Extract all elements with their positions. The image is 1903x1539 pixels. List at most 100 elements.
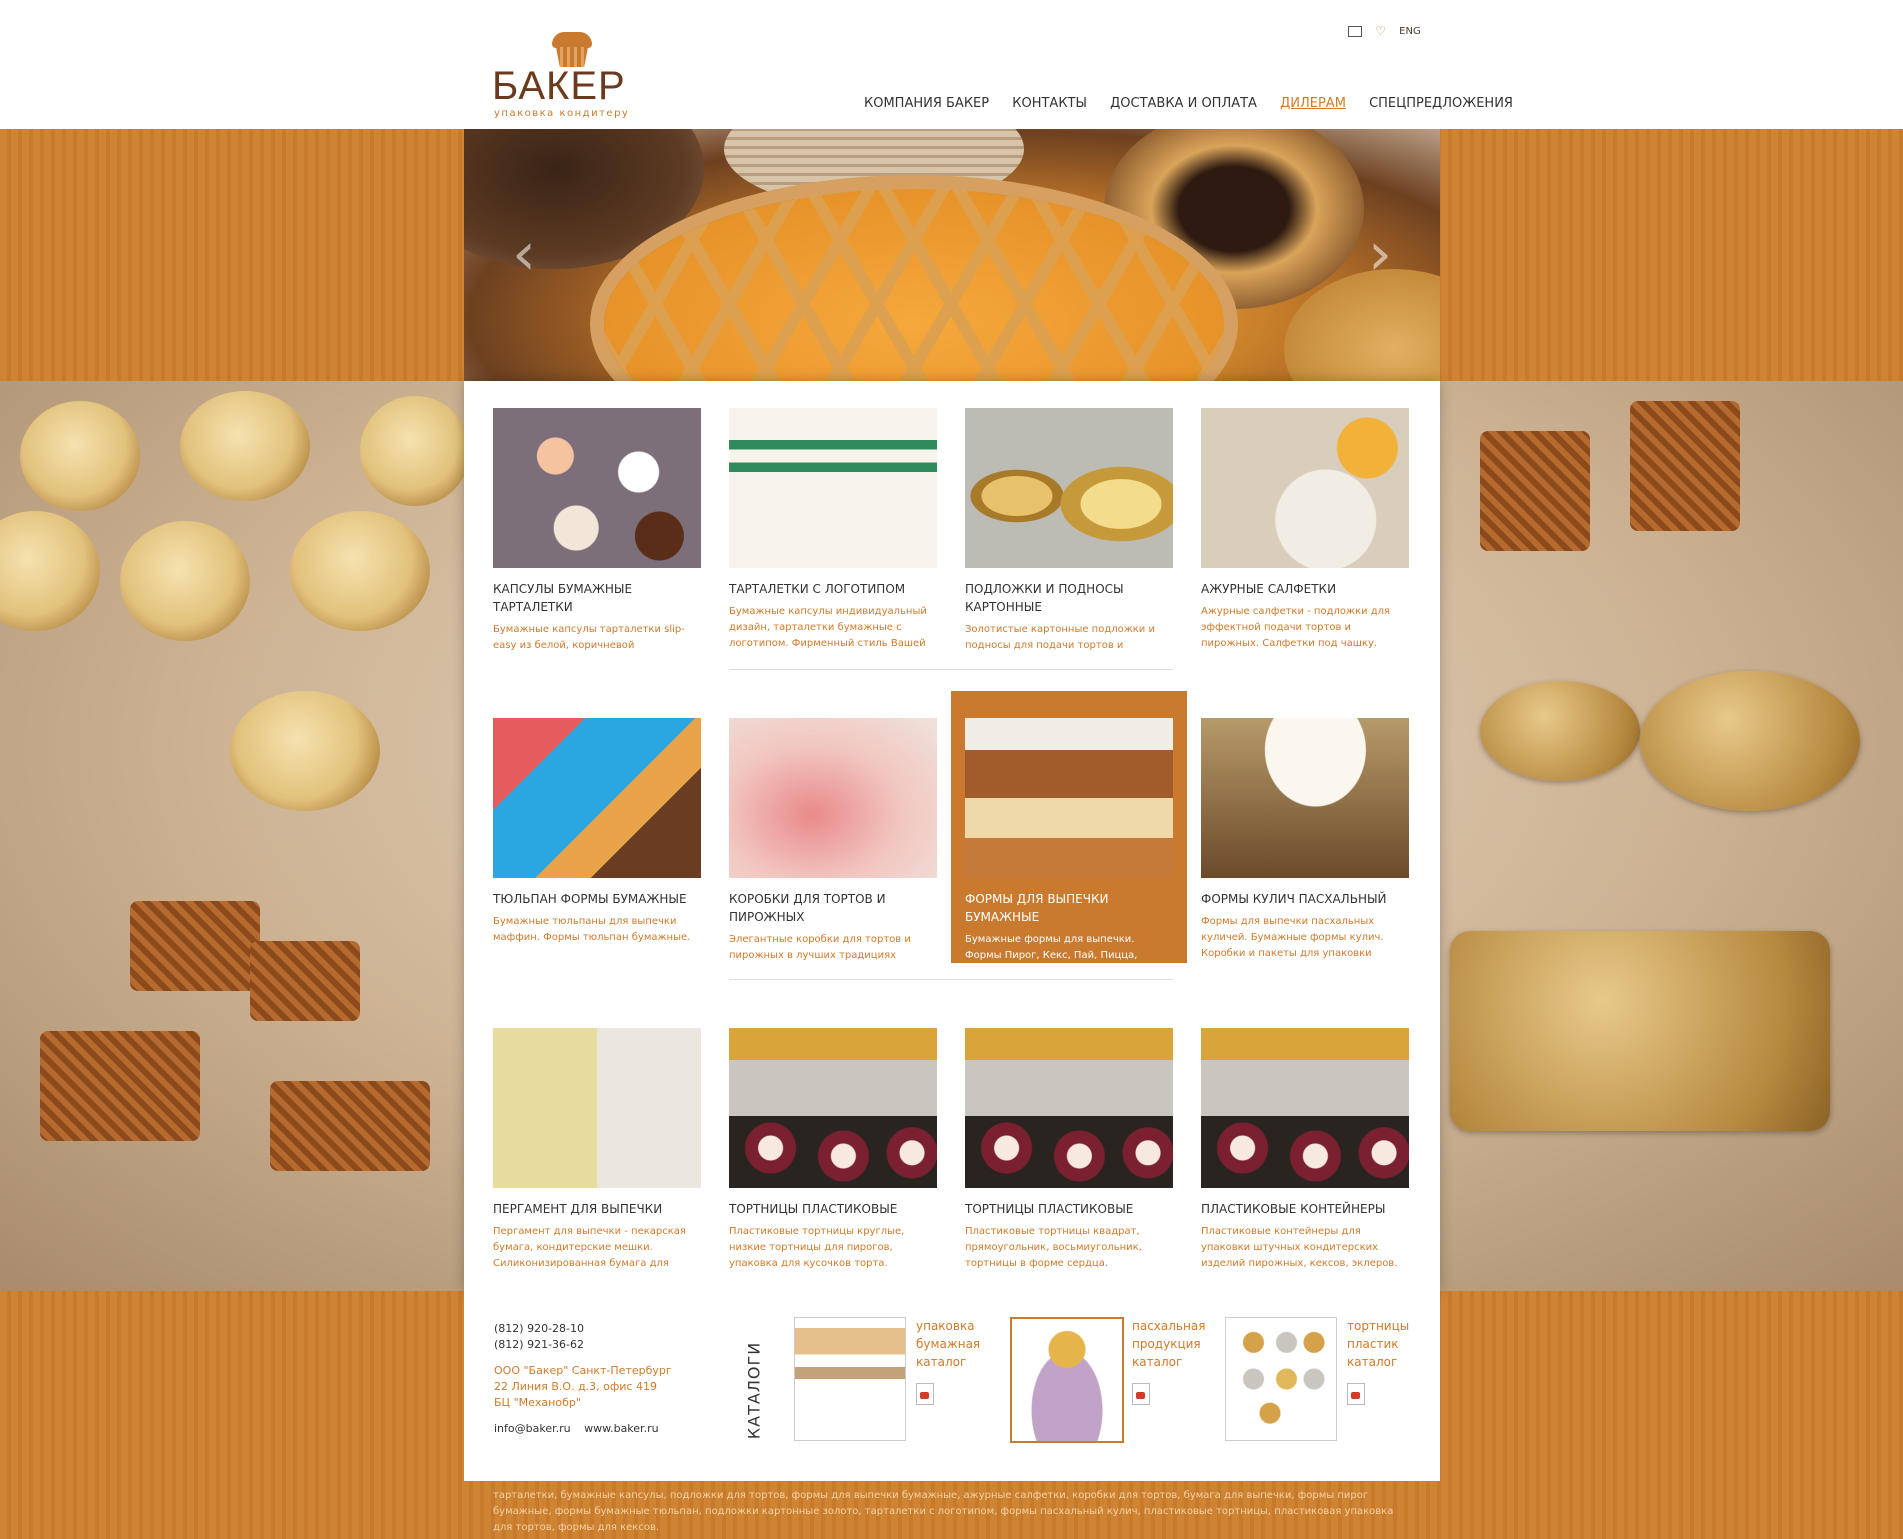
email-link[interactable]: info@baker.ru	[494, 1422, 571, 1435]
product-title[interactable]: ТОРТНИЦЫ ПЛАСТИКОВЫЕ	[965, 1200, 1173, 1218]
catalogs-label-wrap: КАТАЛОГИ	[742, 1321, 766, 1461]
muffin-image	[120, 521, 250, 641]
heart-icon[interactable]: ♡	[1375, 24, 1386, 38]
product-card[interactable]: КОРОБКИ ДЛЯ ТОРТОВ И ПИРОЖНЫХ Элегантные…	[729, 718, 937, 980]
product-card[interactable]: ТОРТНИЦЫ ПЛАСТИКОВЫЕ Пластиковые тортниц…	[965, 1028, 1173, 1272]
product-card[interactable]: ТЮЛЬПАН ФОРМЫ БУМАЖНЫЕ Бумажные тюльпаны…	[493, 718, 701, 962]
product-description: Бумажные капсулы индивидуальный дизайн, …	[729, 606, 927, 649]
top-icons: ♡ ENG	[1348, 24, 1431, 38]
product-image[interactable]	[729, 718, 937, 878]
mail-icon[interactable]	[1348, 25, 1362, 37]
product-image[interactable]	[965, 1028, 1173, 1188]
product-card[interactable]: КАПСУЛЫ БУМАЖНЫЕ ТАРТАЛЕТКИ Бумажные кап…	[493, 408, 701, 670]
product-card[interactable]: ФОРМЫ КУЛИЧ ПАСХАЛЬНЫЙ Формы для выпечки…	[1201, 718, 1409, 962]
slider-next-button[interactable]: ›	[1360, 224, 1400, 284]
product-image[interactable]	[729, 1028, 937, 1188]
address-line-1: ООО "Бакер" Санкт-Петербург	[494, 1364, 672, 1377]
main-nav: КОМПАНИЯ БАКЕР КОНТАКТЫ ДОСТАВКА И ОПЛАТ…	[864, 96, 1532, 111]
catalog-thumbnail[interactable]	[794, 1317, 906, 1441]
pdf-icon[interactable]	[916, 1383, 934, 1405]
product-card[interactable]: ТАРТАЛЕТКИ С ЛОГОТИПОМ Бумажные капсулы …	[729, 408, 937, 652]
pdf-icon[interactable]	[1132, 1383, 1150, 1405]
product-card[interactable]: ПЕРГАМЕНТ ДЛЯ ВЫПЕЧКИ Пергамент для выпе…	[493, 1028, 701, 1272]
catalog-thumbnail[interactable]	[1010, 1317, 1124, 1443]
product-card[interactable]: АЖУРНЫЕ САЛФЕТКИ Ажурные салфетки - подл…	[1201, 408, 1409, 652]
muffin-image	[180, 391, 310, 501]
catalog-link[interactable]: тортницы пластик каталог	[1347, 1317, 1457, 1371]
product-title[interactable]: ПЛАСТИКОВЫЕ КОНТЕЙНЕРЫ	[1201, 1200, 1409, 1218]
product-description: Бумажные тюльпаны для выпечки маффин. Фо…	[493, 916, 691, 943]
product-description: Бумажные капсулы тарталетки slip-easy из…	[493, 624, 685, 651]
product-title[interactable]: ФОРМЫ ДЛЯ ВЫПЕЧКИ БУМАЖНЫЕ	[965, 890, 1173, 926]
product-title[interactable]: ТАРТАЛЕТКИ С ЛОГОТИПОМ	[729, 580, 937, 598]
paper-tulip-image	[1630, 401, 1740, 531]
phone-1: (812) 920-28-10	[494, 1322, 585, 1335]
slider-prev-button[interactable]: ‹	[504, 224, 544, 284]
product-title[interactable]: КАПСУЛЫ БУМАЖНЫЕ ТАРТАЛЕТКИ	[493, 580, 701, 616]
product-title[interactable]: ТОРТНИЦЫ ПЛАСТИКОВЫЕ	[729, 1200, 937, 1218]
gold-disc-image	[1480, 681, 1640, 781]
footer: (812) 920-28-10 (812) 921-36-62 ООО "Бак…	[464, 1291, 1440, 1481]
product-card[interactable]: ПЛАСТИКОВЫЕ КОНТЕЙНЕРЫ Пластиковые конте…	[1201, 1028, 1409, 1272]
catalog-item[interactable]: пасхальная продукция каталог	[1010, 1317, 1240, 1447]
muffin-image	[0, 511, 100, 631]
contacts-block: (812) 920-28-10 (812) 921-36-62 ООО "Бак…	[494, 1321, 694, 1437]
product-image[interactable]	[493, 408, 701, 568]
paper-case-image	[250, 941, 360, 1021]
logo-title: БАКЕР	[492, 64, 626, 108]
product-title[interactable]: ПЕРГАМЕНТ ДЛЯ ВЫПЕЧКИ	[493, 1200, 701, 1218]
product-description: Элегантные коробки для тортов и пирожных…	[729, 934, 911, 961]
paper-case-image	[130, 901, 260, 991]
site-link[interactable]: www.baker.ru	[584, 1422, 658, 1435]
product-title[interactable]: ПОДЛОЖКИ И ПОДНОСЫ КАРТОННЫЕ	[965, 580, 1173, 616]
product-image[interactable]	[1201, 408, 1409, 568]
product-title[interactable]: АЖУРНЫЕ САЛФЕТКИ	[1201, 580, 1409, 598]
product-description: Бумажные формы для выпечки. Формы Пирог,…	[965, 934, 1138, 977]
logo-tagline: упаковка кондитеру	[494, 108, 630, 119]
pdf-icon[interactable]	[1347, 1383, 1365, 1405]
product-title[interactable]: ФОРМЫ КУЛИЧ ПАСХАЛЬНЫЙ	[1201, 890, 1409, 908]
product-image[interactable]	[493, 718, 701, 878]
product-description: Золотистые картонные подложки и подносы …	[965, 624, 1155, 651]
product-title[interactable]: ТЮЛЬПАН ФОРМЫ БУМАЖНЫЕ	[493, 890, 701, 908]
product-image[interactable]	[965, 718, 1173, 878]
catalog-item[interactable]: упаковка бумажная каталог	[794, 1317, 1024, 1447]
address-line-2: 22 Линия В.О. д.3, офис 419	[494, 1380, 657, 1393]
catalog-line: пластик	[1347, 1337, 1399, 1351]
nav-item-special-offers[interactable]: СПЕЦПРЕДЛОЖЕНИЯ	[1369, 96, 1513, 111]
language-switch[interactable]: ENG	[1399, 26, 1421, 37]
footer-links: info@baker.ru www.baker.ru	[494, 1421, 694, 1437]
muffin-image	[360, 396, 470, 506]
paper-tulip-image	[1480, 431, 1590, 551]
muffin-image	[290, 511, 430, 631]
address-line-3: БЦ "Механобр"	[494, 1396, 581, 1409]
product-description: Ажурные салфетки - подложки для эффектно…	[1201, 606, 1391, 649]
catalog-item[interactable]: тортницы пластик каталог	[1225, 1317, 1455, 1447]
pie-image	[230, 691, 380, 811]
catalogs-label: КАТАЛОГИ	[744, 1341, 764, 1440]
catalog-line: каталог	[1347, 1355, 1398, 1369]
product-card[interactable]: ФОРМЫ ДЛЯ ВЫПЕЧКИ БУМАЖНЫЕ Бумажные форм…	[965, 718, 1173, 980]
product-image[interactable]	[729, 408, 937, 568]
product-card[interactable]: ПОДЛОЖКИ И ПОДНОСЫ КАРТОННЫЕ Золотистые …	[965, 408, 1173, 670]
product-image[interactable]	[965, 408, 1173, 568]
product-image[interactable]	[1201, 1028, 1409, 1188]
gold-box-image	[1450, 931, 1830, 1131]
product-grid: КАПСУЛЫ БУМАЖНЫЕ ТАРТАЛЕТКИ Бумажные кап…	[464, 381, 1440, 1291]
product-description: Пергамент для выпечки - пекарская бумага…	[493, 1226, 686, 1269]
logo[interactable]: БАКЕР упаковка кондитеру	[492, 28, 652, 119]
product-image[interactable]	[493, 1028, 701, 1188]
paper-case-image	[40, 1031, 200, 1141]
phone-2: (812) 921-36-62	[494, 1338, 585, 1351]
product-image[interactable]	[1201, 718, 1409, 878]
nav-item-company[interactable]: КОМПАНИЯ БАКЕР	[864, 96, 989, 111]
product-card[interactable]: ТОРТНИЦЫ ПЛАСТИКОВЫЕ Пластиковые тортниц…	[729, 1028, 937, 1272]
catalog-line: тортницы	[1347, 1319, 1410, 1333]
product-description: Пластиковые тортницы круглые, низкие тор…	[729, 1226, 905, 1269]
muffin-image	[20, 401, 140, 511]
nav-item-delivery[interactable]: ДОСТАВКА И ОПЛАТА	[1110, 96, 1257, 111]
catalog-thumbnail[interactable]	[1225, 1317, 1337, 1441]
nav-item-contacts[interactable]: КОНТАКТЫ	[1012, 96, 1087, 111]
nav-item-dealers[interactable]: ДИЛЕРАМ	[1280, 96, 1346, 111]
product-title[interactable]: КОРОБКИ ДЛЯ ТОРТОВ И ПИРОЖНЫХ	[729, 890, 937, 926]
